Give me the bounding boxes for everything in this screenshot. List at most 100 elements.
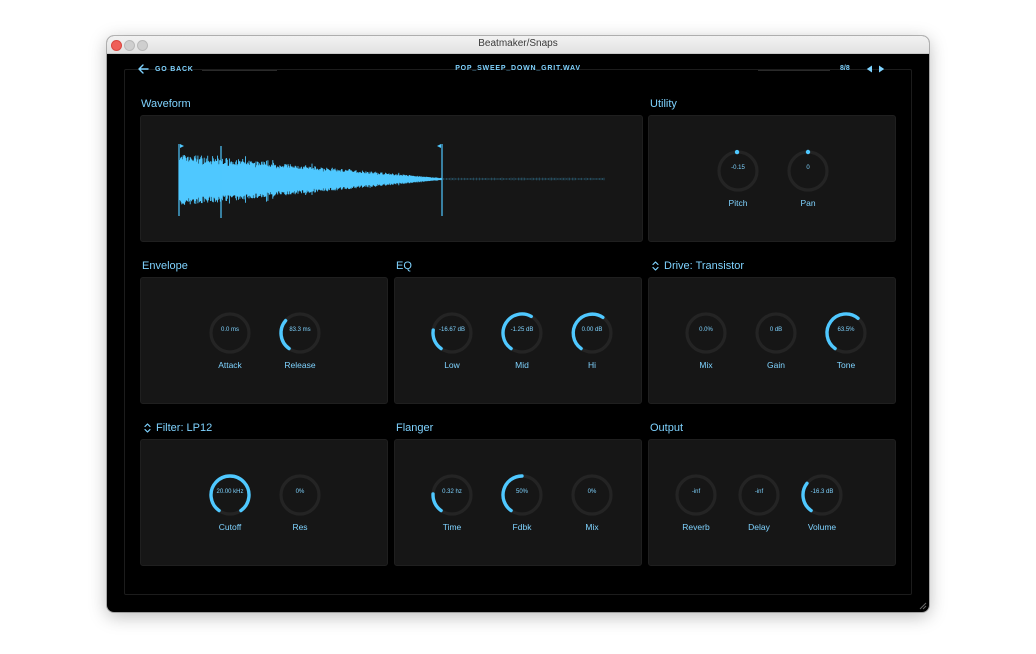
waveform-trace: [178, 155, 442, 205]
drive-section-title[interactable]: Drive: Transistor: [652, 260, 744, 272]
drive-mode-label[interactable]: Drive: Transistor: [664, 260, 744, 272]
eq-section-title: EQ: [396, 260, 412, 272]
drive-gain-knob[interactable]: 0 dB Gain: [752, 311, 800, 377]
knob-dial[interactable]: [430, 473, 474, 517]
knob-label: Low: [444, 360, 460, 370]
utility-section-title: Utility: [650, 98, 677, 110]
knob-dial[interactable]: [500, 311, 544, 355]
knob-dial[interactable]: [208, 473, 252, 517]
knob-value: -0.15: [731, 165, 745, 171]
knob-value: 0%: [587, 489, 597, 495]
flanger-feedback-knob[interactable]: 50% Fdbk: [498, 473, 546, 539]
waveform-title-text: Waveform: [141, 98, 191, 110]
volume-knob[interactable]: -16.3 dB Volume: [798, 473, 846, 539]
knob-value: 0.0 ms: [220, 327, 239, 333]
flanger-panel: 0.32 hz Time 50% Fdbk 0% Mix: [394, 439, 642, 566]
attack-knob[interactable]: 0.0 ms Attack: [206, 311, 254, 377]
knob-value: -inf: [691, 489, 701, 495]
knob-label: Mix: [585, 522, 599, 532]
knob-track: [675, 474, 717, 516]
drive-panel: 0.0% Mix 0 dB Gain 63.5% Tone: [648, 277, 896, 404]
output-section-title: Output: [650, 422, 683, 434]
knob-label: Volume: [807, 522, 837, 532]
waveform-panel[interactable]: [140, 115, 643, 242]
pitch-knob[interactable]: -0.15 Pitch: [714, 149, 762, 215]
knob-value: -16.3 dB: [810, 489, 834, 495]
knob-dial[interactable]: [430, 311, 474, 355]
resonance-knob[interactable]: 0% Res: [276, 473, 324, 539]
flanger-time-knob[interactable]: 0.32 hz Time: [428, 473, 476, 539]
knob-value: 20.00 kHz: [216, 489, 244, 495]
knob-dial[interactable]: [824, 311, 868, 355]
drive-mix-knob[interactable]: 0.0% Mix: [682, 311, 730, 377]
end-flag-icon[interactable]: [437, 144, 441, 148]
knob-track: [717, 150, 759, 192]
window-title: Beatmaker/Snaps: [478, 38, 558, 49]
knob-dial[interactable]: [278, 473, 322, 517]
utility-title-text: Utility: [650, 98, 677, 110]
knob-value: 0.32 hz: [442, 489, 462, 495]
waveform-display[interactable]: [141, 116, 642, 241]
eq-mid-knob[interactable]: -1.25 dB Mid: [498, 311, 546, 377]
knob-dial[interactable]: [674, 473, 718, 517]
knob-track: [685, 312, 727, 354]
knob-value-arc: [279, 318, 291, 351]
filter-section-title[interactable]: Filter: LP12: [144, 422, 212, 434]
knob-label: Tone: [836, 360, 856, 370]
reverb-knob[interactable]: -inf Reverb: [672, 473, 720, 539]
envelope-section-title: Envelope: [142, 260, 188, 272]
knob-value: 0.0%: [699, 327, 713, 333]
sample-counter: 8/8: [840, 65, 850, 72]
sample-header: GO BACK POP_SWEEP_DOWN_GRIT.WAV 8/8: [107, 53, 929, 83]
app-window: Beatmaker/Snaps GO BACK POP_SWEEP_DOWN_G…: [107, 36, 929, 612]
output-title-text: Output: [650, 422, 684, 434]
knob-label: Attack: [218, 360, 242, 370]
knob-label: Release: [284, 360, 316, 370]
knob-label: Pitch: [728, 198, 748, 208]
chevron-up-down-icon[interactable]: [144, 423, 151, 433]
knob-dial[interactable]: [570, 473, 614, 517]
knob-track: [571, 474, 613, 516]
knob-label: Cutoff: [218, 522, 242, 532]
knob-value: 0%: [295, 489, 305, 495]
knob-dial[interactable]: [786, 149, 830, 193]
knob-value: 0 dB: [769, 327, 783, 333]
resize-grip-icon[interactable]: [917, 600, 927, 610]
knob-value: 63.5%: [837, 327, 855, 333]
knob-dial[interactable]: [500, 473, 544, 517]
next-sample-icon[interactable]: [878, 65, 885, 73]
title-bar: Beatmaker/Snaps: [107, 36, 929, 54]
knob-label: Hi: [587, 360, 597, 370]
eq-hi-knob[interactable]: 0.00 dB Hi: [568, 311, 616, 377]
flanger-section-title: Flanger: [396, 422, 433, 434]
pan-knob[interactable]: 0 Pan: [784, 149, 832, 215]
filter-mode-label[interactable]: Filter: LP12: [156, 422, 212, 434]
knob-track: [755, 312, 797, 354]
cutoff-knob[interactable]: 20.00 kHz Cutoff: [206, 473, 254, 539]
knob-dial[interactable]: [208, 311, 252, 355]
knob-dial[interactable]: [684, 311, 728, 355]
eq-low-knob[interactable]: -16.67 dB Low: [428, 311, 476, 377]
envelope-title-text: Envelope: [142, 260, 188, 272]
chevron-up-down-icon[interactable]: [652, 261, 659, 271]
knob-dial[interactable]: [278, 311, 322, 355]
release-knob[interactable]: 83.3 ms Release: [276, 311, 324, 377]
knob-value: 0.00 dB: [581, 327, 603, 333]
knob-dial[interactable]: [754, 311, 798, 355]
knob-dial[interactable]: [570, 311, 614, 355]
knob-label: Fdbk: [512, 522, 532, 532]
knob-label: Delay: [748, 522, 770, 532]
knob-dial[interactable]: [800, 473, 844, 517]
flanger-mix-knob[interactable]: 0% Mix: [568, 473, 616, 539]
start-flag-icon[interactable]: [180, 144, 184, 148]
knob-value: -inf: [754, 489, 764, 495]
knob-label: Mix: [699, 360, 713, 370]
delay-knob[interactable]: -inf Delay: [735, 473, 783, 539]
knob-label: Reverb: [682, 522, 710, 532]
drive-tone-knob[interactable]: 63.5% Tone: [822, 311, 870, 377]
filter-panel: 20.00 kHz Cutoff 0% Res: [140, 439, 388, 566]
knob-dial[interactable]: [737, 473, 781, 517]
knob-dial[interactable]: [716, 149, 760, 193]
previous-sample-icon[interactable]: [866, 65, 873, 73]
knob-track: [209, 312, 251, 354]
